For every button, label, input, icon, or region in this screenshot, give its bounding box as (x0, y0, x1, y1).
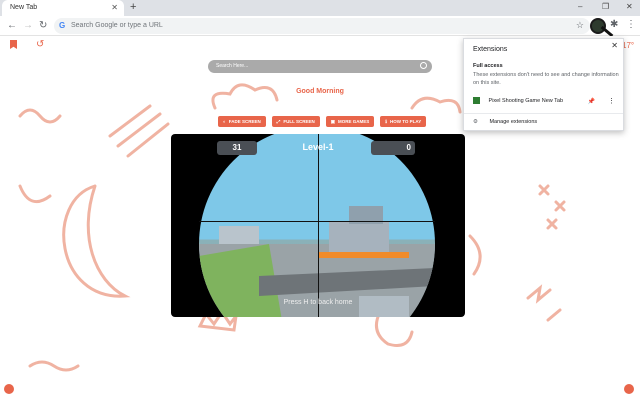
address-bar[interactable]: G Search Google or type a URL ☆ (54, 18, 590, 34)
sniper-scope-view (199, 134, 435, 317)
settings-icon[interactable] (4, 384, 14, 394)
info-corner-icon[interactable] (624, 384, 634, 394)
fade-screen-label: FADE SCREEN (228, 119, 261, 124)
extensions-popup: Extensions ✕ Full access These extension… (463, 38, 624, 131)
search-placeholder: Search Here... (216, 63, 249, 69)
stars-doodle (538, 184, 566, 230)
gamepad-icon: ▣ (330, 119, 336, 124)
pin-icon[interactable]: 📌 (588, 98, 595, 105)
tab-title: New Tab (10, 4, 38, 11)
minimize-button[interactable]: – (578, 2, 582, 11)
manage-extensions-link[interactable]: ⚙ Manage extensions (473, 119, 537, 125)
level-label: Level-1 (302, 142, 334, 152)
extension-name: Pixel Shooting Game New Tab (488, 97, 564, 104)
access-section-title: Full access (473, 63, 503, 69)
fade-screen-button[interactable]: ◐ FADE SCREEN (218, 116, 266, 127)
extension-row[interactable]: Pixel Shooting Game New Tab 📌 ⋮ (473, 97, 619, 107)
restore-button[interactable]: ❐ (602, 2, 609, 11)
tab-close-icon[interactable]: ✕ (111, 3, 118, 12)
stroke-doodle (108, 104, 170, 158)
small-arc-doodle (18, 184, 52, 204)
extension-thumbnail-icon (473, 97, 480, 104)
access-description: These extensions don't need to see and c… (473, 72, 619, 86)
search-input[interactable]: Search Here... (208, 60, 432, 73)
fade-icon: ◐ (223, 119, 226, 124)
tab-new-tab[interactable]: New Tab ✕ (2, 0, 124, 16)
full-screen-label: FULL SCREEN (283, 119, 315, 124)
cloud-doodle-right (410, 96, 462, 114)
search-icon[interactable] (420, 62, 427, 69)
arc-doodle (468, 234, 482, 276)
wave-doodle (18, 108, 62, 124)
extension-more-icon[interactable]: ⋮ (608, 97, 615, 105)
popup-close-icon[interactable]: ✕ (611, 41, 618, 50)
fullscreen-icon: ⤢ (276, 119, 281, 124)
crosshair-horizontal (199, 221, 435, 222)
moon-doodle (62, 184, 131, 298)
game-hint: Press H to back home (283, 299, 353, 306)
tab-strip: New Tab ✕ + – ❐ ✕ (0, 0, 640, 16)
browser-menu-icon[interactable]: ⋮ (626, 19, 636, 30)
popup-title: Extensions (473, 46, 508, 53)
how-to-play-button[interactable]: ℹ HOW TO PLAY (380, 116, 427, 127)
game-canvas[interactable]: 31 Level-1 ⌖ 0 Press H to back home (171, 134, 465, 317)
popup-divider (464, 113, 623, 114)
crosshair-vertical (318, 134, 319, 317)
manage-extensions-label: Manage extensions (489, 119, 538, 125)
bottom-wave-doodle (28, 360, 80, 372)
city-scene (199, 206, 435, 317)
gear-icon: ⚙ (473, 119, 478, 125)
how-to-play-label: HOW TO PLAY (390, 119, 422, 124)
back-arrow-icon[interactable]: ← (7, 20, 17, 31)
lightning-doodle (526, 284, 562, 322)
new-tab-button[interactable]: + (130, 1, 136, 13)
kills-counter: ⌖ 0 (371, 141, 415, 155)
google-g-icon: G (59, 21, 66, 30)
more-games-button[interactable]: ▣ MORE GAMES (325, 116, 375, 127)
history-icon[interactable]: ↺ (36, 39, 44, 50)
bookmark-star-icon[interactable]: ☆ (576, 20, 584, 31)
browser-toolbar: ← → ↻ G Search Google or type a URL ☆ (0, 16, 640, 36)
game-button-row: ◐ FADE SCREEN ⤢ FULL SCREEN ▣ MORE GAMES ℹH… (218, 116, 427, 127)
forward-arrow-icon[interactable]: → (23, 20, 33, 31)
info-icon: ℹ (385, 119, 388, 124)
reload-icon[interactable]: ↻ (39, 20, 47, 31)
kills-value: 0 (406, 143, 411, 152)
more-games-label: MORE GAMES (338, 119, 370, 124)
address-bar-placeholder: Search Google or type a URL (71, 22, 163, 29)
full-screen-button[interactable]: ⤢ FULL SCREEN (271, 116, 320, 127)
swirl-doodle (374, 310, 414, 347)
extensions-puzzle-icon[interactable]: ✱ (610, 19, 618, 30)
close-window-button[interactable]: ✕ (626, 2, 633, 11)
